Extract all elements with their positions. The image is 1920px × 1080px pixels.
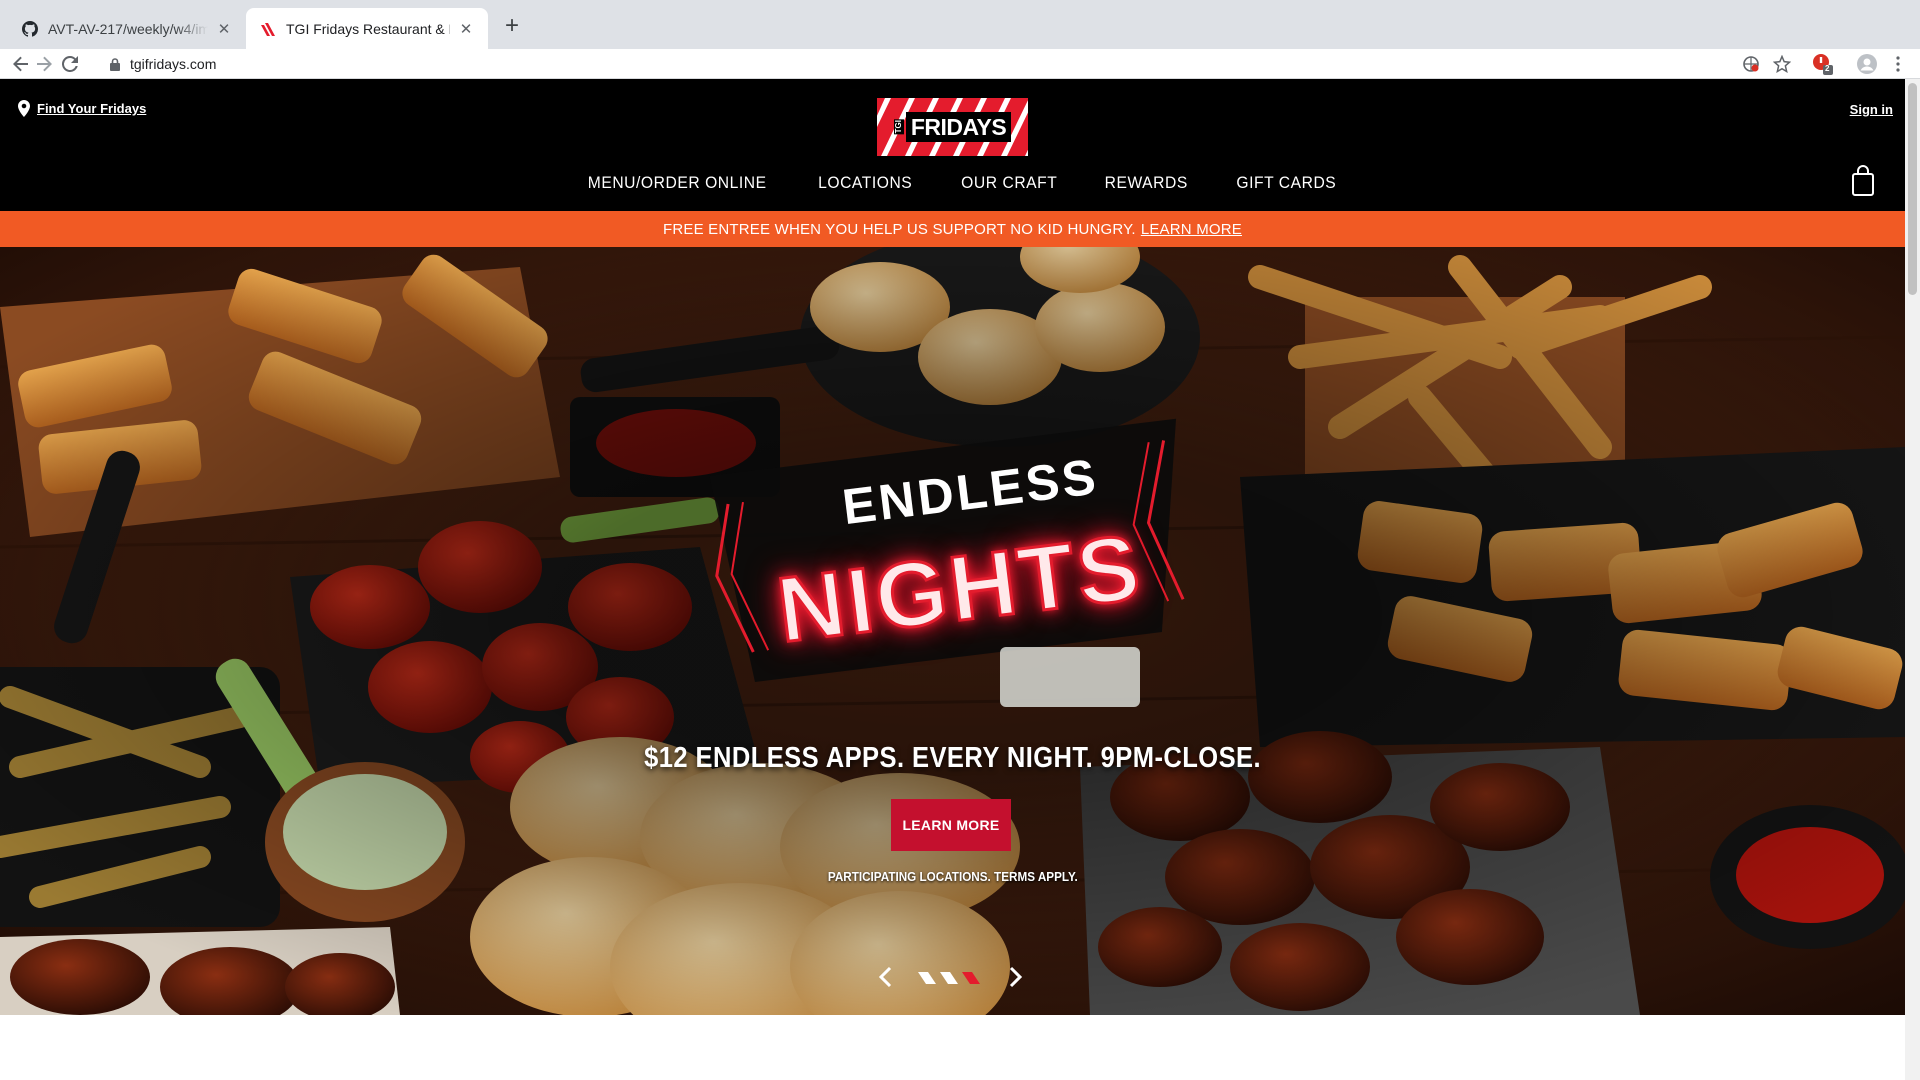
carousel-dot-1[interactable] [918, 972, 936, 984]
promo-learn-more-link[interactable]: LEARN MORE [1141, 221, 1242, 238]
carousel-indicators [918, 972, 984, 984]
carousel-dot-2[interactable] [940, 972, 958, 984]
sign-in-link[interactable]: Sign in [1850, 102, 1893, 117]
close-tab-icon[interactable]: ✕ [216, 21, 232, 38]
carousel-prev-arrow-icon[interactable] [872, 963, 898, 991]
carousel-dot-3-active[interactable] [962, 972, 980, 984]
new-tab-button[interactable]: + [498, 12, 526, 40]
hero-tagline-text: $12 ENDLESS APPS. EVERY NIGHT. 9PM-CLOSE… [644, 742, 1261, 774]
translate-icon[interactable] [1740, 53, 1762, 75]
find-your-fridays-label: Find Your Fridays [37, 101, 147, 116]
hero-tagline: $12 ENDLESS APPS. EVERY NIGHT. 9PM-CLOSE… [0, 742, 1905, 775]
browser-toolbar: tgifridays.com 2 [0, 49, 1920, 79]
url-text: tgifridays.com [130, 56, 217, 72]
shopping-bag-icon[interactable] [1851, 165, 1875, 197]
logo-fridays: FRIDAYS [905, 112, 1012, 142]
tab-title: AVT-AV-217/weekly/w4/img at [48, 20, 208, 37]
nav-our-craft[interactable]: OUR CRAFT [961, 173, 1057, 201]
page-viewport: Find Your Fridays TGI FRIDAYS Sign in ME… [0, 79, 1905, 1080]
profile-avatar-icon[interactable] [1856, 53, 1878, 75]
reload-icon[interactable] [59, 53, 81, 75]
site-header: Find Your Fridays TGI FRIDAYS Sign in ME… [0, 79, 1905, 211]
hero-learn-more-button[interactable]: LEARN MORE [891, 799, 1011, 851]
tab-title: TGI Fridays Restaurant & Bar [286, 20, 450, 37]
extension-badge-count: 2 [1825, 64, 1830, 73]
hero-carousel: ENDLESS NIGHTS $12 ENDLESS APPS. EVERY N… [0, 247, 1905, 1015]
location-pin-icon [18, 100, 30, 117]
back-arrow-icon[interactable] [10, 53, 32, 75]
promo-banner: FREE ENTREE WHEN YOU HELP US SUPPORT NO … [0, 211, 1905, 247]
main-navigation: MENU/ORDER ONLINE LOCATIONS OUR CRAFT RE… [0, 173, 1905, 201]
browser-tab-github[interactable]: AVT-AV-217/weekly/w4/img at ✕ [8, 8, 246, 49]
hero-terms: PARTICIPATING LOCATIONS. TERMS APPLY. [0, 869, 1905, 884]
nav-locations[interactable]: LOCATIONS [818, 173, 912, 201]
github-icon [22, 20, 38, 37]
nav-menu-order-online[interactable]: MENU/ORDER ONLINE [588, 173, 767, 201]
nav-rewards[interactable]: REWARDS [1105, 173, 1188, 201]
browser-menu-icon[interactable] [1887, 53, 1909, 75]
hero-terms-text: PARTICIPATING LOCATIONS. TERMS APPLY. [827, 869, 1078, 884]
address-bar[interactable]: tgifridays.com [110, 51, 1805, 77]
lock-icon [110, 57, 120, 71]
close-tab-icon[interactable]: ✕ [458, 21, 474, 38]
logo-wordmark: TGI FRIDAYS [877, 98, 1028, 156]
bookmark-star-icon[interactable] [1771, 53, 1793, 75]
nav-gift-cards[interactable]: GIFT CARDS [1236, 173, 1336, 201]
tgi-fridays-logo[interactable]: TGI FRIDAYS [877, 98, 1028, 156]
browser-tab-tgi-fridays[interactable]: TGI Fridays Restaurant & Bar ✕ [246, 8, 488, 49]
promo-text: FREE ENTREE WHEN YOU HELP US SUPPORT NO … [663, 220, 1136, 238]
carousel-next-arrow-icon[interactable] [1003, 963, 1029, 991]
find-your-fridays-link[interactable]: Find Your Fridays [18, 100, 146, 117]
tgi-fridays-icon [260, 20, 276, 37]
scrollbar-thumb[interactable] [1908, 83, 1917, 295]
logo-tgi: TGI [893, 119, 904, 135]
page-scrollbar[interactable] [1905, 79, 1920, 1080]
forward-arrow-icon[interactable] [33, 53, 55, 75]
browser-tab-strip: AVT-AV-217/weekly/w4/img at ✕ TGI Friday… [0, 0, 1920, 49]
extension-icon[interactable]: 2 [1812, 53, 1834, 75]
